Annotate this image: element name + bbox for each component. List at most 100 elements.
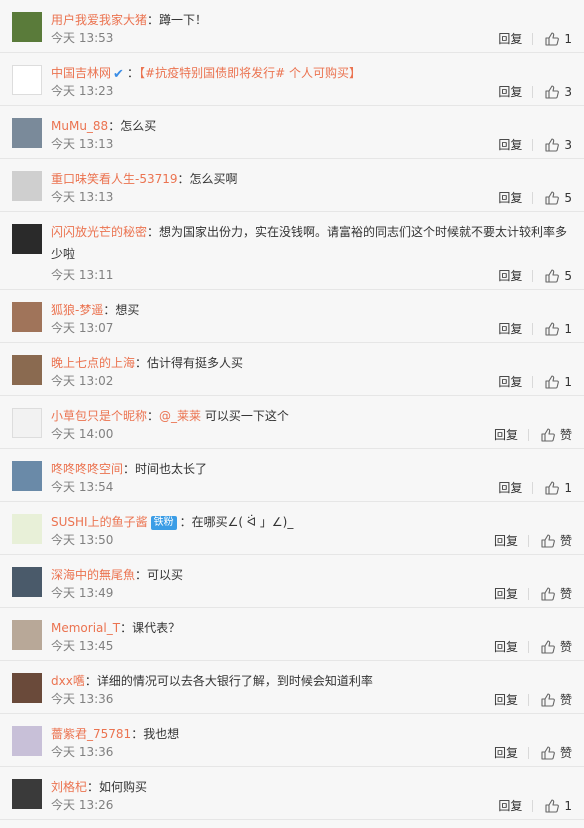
like-button[interactable]: 3 xyxy=(545,84,572,100)
divider xyxy=(527,694,529,706)
like-button[interactable]: 1 xyxy=(545,374,572,390)
avatar[interactable] xyxy=(12,726,42,756)
comment-text: 咚咚咚咚空间：时间也太长了 xyxy=(51,458,572,480)
like-button[interactable]: 赞 xyxy=(541,533,572,549)
avatar[interactable] xyxy=(12,355,42,385)
reply-button[interactable]: 回复 xyxy=(498,84,522,100)
comment-actions: 回复 1 xyxy=(498,31,572,47)
thumbs-up-icon xyxy=(545,191,560,205)
username-link[interactable]: 用户我爱我家大猪 xyxy=(51,13,147,27)
like-button[interactable]: 赞 xyxy=(541,639,572,655)
like-button[interactable]: 1 xyxy=(545,321,572,337)
comment-time: 今天 13:49 xyxy=(51,586,114,600)
username-link[interactable]: Memorial_T xyxy=(51,621,120,635)
avatar-image xyxy=(12,726,42,756)
username-link[interactable]: 中国吉林网 xyxy=(51,66,111,80)
thumbs-up-icon xyxy=(541,428,555,442)
comment-body: ：我也想 xyxy=(131,727,180,741)
comment-text: dxx嚿：详细的情况可以去各大银行了解，到时候会知道利率 xyxy=(51,670,572,692)
username-link[interactable]: 小草包只是个昵称 xyxy=(51,409,147,423)
username-link[interactable]: 深海中的無尾魚 xyxy=(51,568,135,582)
username-link[interactable]: SUSHI上的鱼子酱 xyxy=(51,515,148,529)
reply-button[interactable]: 回复 xyxy=(498,268,522,284)
username-link[interactable]: MuMu_88 xyxy=(51,119,108,133)
avatar-image xyxy=(12,355,42,385)
reply-button[interactable]: 回复 xyxy=(498,31,522,47)
username-link[interactable]: 薔紫君_75781 xyxy=(51,727,131,741)
like-count: 1 xyxy=(564,375,572,389)
comment-body: ： xyxy=(147,409,160,423)
avatar-image xyxy=(12,171,42,201)
thumbs-up-icon xyxy=(545,799,560,813)
like-button[interactable]: 1 xyxy=(545,31,572,47)
avatar[interactable] xyxy=(12,461,42,491)
reply-button[interactable]: 回复 xyxy=(498,137,522,153)
like-button[interactable]: 赞 xyxy=(541,692,572,708)
comment-actions: 回复 赞 xyxy=(494,639,572,655)
username-link[interactable]: 闪闪放光芒的秘密 xyxy=(51,225,147,239)
username-link[interactable]: 咚咚咚咚空间 xyxy=(51,462,123,476)
like-count: 赞 xyxy=(559,587,572,601)
thumbs-up-icon xyxy=(545,481,560,495)
avatar[interactable] xyxy=(12,171,42,201)
comment-text: 晚上七点的上海：估计得有挺多人买 xyxy=(51,352,572,374)
avatar[interactable] xyxy=(12,567,42,597)
avatar[interactable] xyxy=(12,779,42,809)
reply-button[interactable]: 回复 xyxy=(494,692,518,708)
comment-time: 今天 13:50 xyxy=(51,533,114,547)
avatar-image xyxy=(12,65,42,95)
comment-actions: 回复 赞 xyxy=(494,533,572,549)
reply-button[interactable]: 回复 xyxy=(498,190,522,206)
like-button[interactable]: 5 xyxy=(545,268,572,284)
like-count: 赞 xyxy=(559,428,572,442)
reply-button[interactable]: 回复 xyxy=(494,586,518,602)
avatar[interactable] xyxy=(12,65,42,95)
avatar[interactable] xyxy=(12,408,42,438)
like-button[interactable]: 赞 xyxy=(541,586,572,602)
thumbs-up-icon xyxy=(545,85,560,99)
comment-body: ：怎么买啊 xyxy=(177,172,238,186)
comment-text: SUSHI上的鱼子酱 铁粉 ：在哪买∠( ᐛ 」∠)_ xyxy=(51,511,572,533)
comment-actions: 回复 5 xyxy=(498,268,572,284)
username-link[interactable]: 刘格杞 xyxy=(51,780,87,794)
avatar[interactable] xyxy=(12,514,42,544)
avatar[interactable] xyxy=(12,12,42,42)
reply-button[interactable]: 回复 xyxy=(494,533,518,549)
mention-link[interactable]: @_莱莱 xyxy=(159,409,201,423)
reply-button[interactable]: 回复 xyxy=(498,798,522,814)
like-button[interactable]: 赞 xyxy=(541,745,572,761)
reply-button[interactable]: 回复 xyxy=(494,745,518,761)
avatar[interactable] xyxy=(12,302,42,332)
like-button[interactable]: 1 xyxy=(545,798,572,814)
like-button[interactable]: 5 xyxy=(545,190,572,206)
reply-button[interactable]: 回复 xyxy=(498,321,522,337)
comment-list: 用户我爱我家大猪：蹲一下！ 今天 13:53 回复 1 中国吉林网 ✔ ：【#抗疫特别国债即… xyxy=(0,0,584,820)
topic-link[interactable]: 【#抗疫特别国债即将发行# 个人可购买】 xyxy=(139,66,361,80)
username-link[interactable]: 狐狼-梦遥 xyxy=(51,303,103,317)
like-button[interactable]: 赞 xyxy=(541,427,572,443)
reply-button[interactable]: 回复 xyxy=(498,374,522,390)
avatar[interactable] xyxy=(12,620,42,650)
like-button[interactable]: 1 xyxy=(545,480,572,496)
avatar[interactable] xyxy=(12,118,42,148)
username-link[interactable]: 重口味笑看人生-53719 xyxy=(51,172,178,186)
list-item: 刘格杞：如何购买 今天 13:26 回复 1 xyxy=(0,767,584,820)
username-link[interactable]: 晚上七点的上海 xyxy=(51,356,135,370)
fan-badge: 铁粉 xyxy=(150,516,177,530)
comment-actions: 回复 1 xyxy=(498,321,572,337)
thumbs-up-icon xyxy=(541,693,555,707)
reply-button[interactable]: 回复 xyxy=(498,480,522,496)
avatar[interactable] xyxy=(12,673,42,703)
comment-time: 今天 13:54 xyxy=(51,480,114,494)
reply-button[interactable]: 回复 xyxy=(494,639,518,655)
like-count: 赞 xyxy=(559,640,572,654)
avatar-image xyxy=(12,12,42,42)
reply-button[interactable]: 回复 xyxy=(494,427,518,443)
divider xyxy=(532,482,534,494)
comment-actions: 回复 1 xyxy=(498,798,572,814)
comment-body: ：可以买 xyxy=(135,568,184,582)
username-link[interactable]: dxx嚿 xyxy=(51,674,85,688)
avatar[interactable] xyxy=(12,224,42,254)
like-button[interactable]: 3 xyxy=(545,137,572,153)
comment-text: 深海中的無尾魚：可以买 xyxy=(51,564,572,586)
